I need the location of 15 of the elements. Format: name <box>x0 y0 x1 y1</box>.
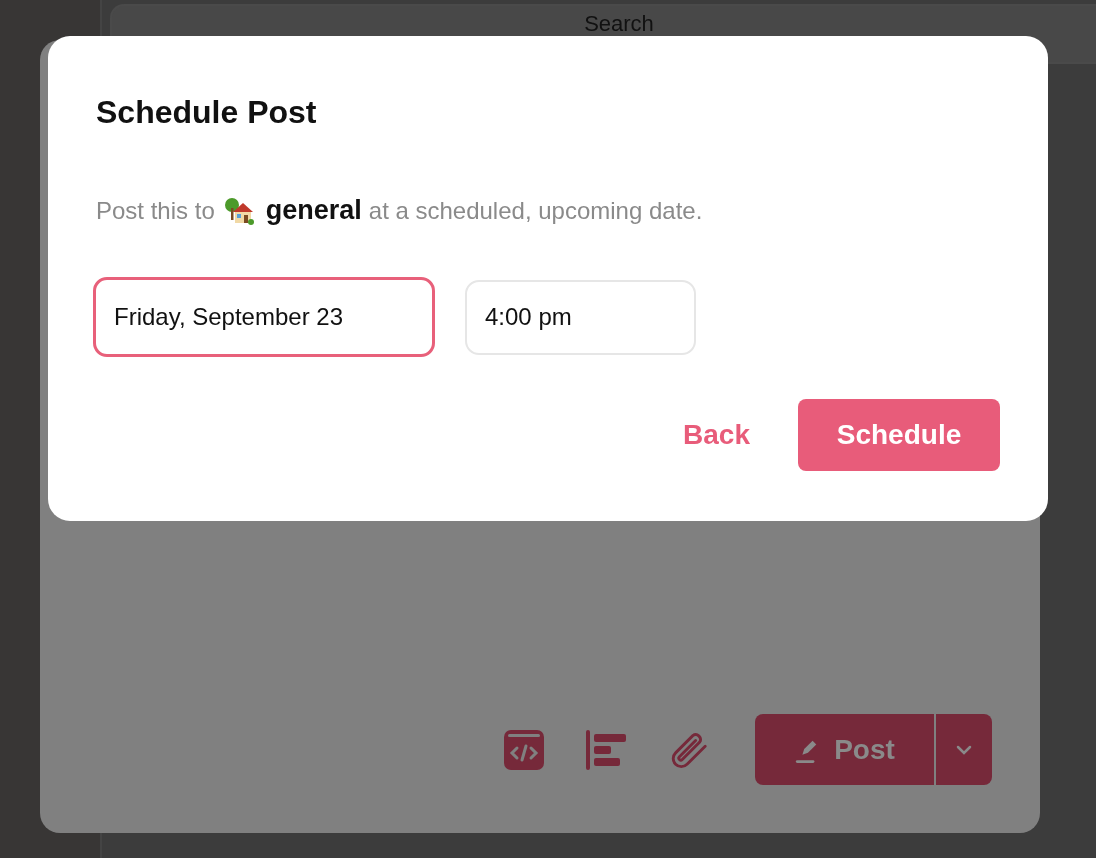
code-window-icon[interactable] <box>503 728 545 771</box>
time-field[interactable]: 4:00 pm <box>465 279 696 355</box>
search-placeholder: Search <box>584 12 654 36</box>
align-left-icon[interactable] <box>585 728 627 771</box>
date-field[interactable]: Friday, September 23 <box>93 277 435 357</box>
house-with-tree-icon <box>223 195 254 226</box>
post-button[interactable]: Post <box>755 714 934 785</box>
dialog-title: Schedule Post <box>96 96 318 128</box>
description-text: at a scheduled, upcoming date. <box>368 196 703 225</box>
chevron-down-icon <box>956 744 972 755</box>
dropdown-button[interactable] <box>936 714 992 785</box>
back-button[interactable]: Back <box>683 419 750 451</box>
schedule-button[interactable]: Schedule <box>798 399 1000 471</box>
description-text: Post this to <box>96 196 215 225</box>
channel-name: general <box>265 195 362 226</box>
